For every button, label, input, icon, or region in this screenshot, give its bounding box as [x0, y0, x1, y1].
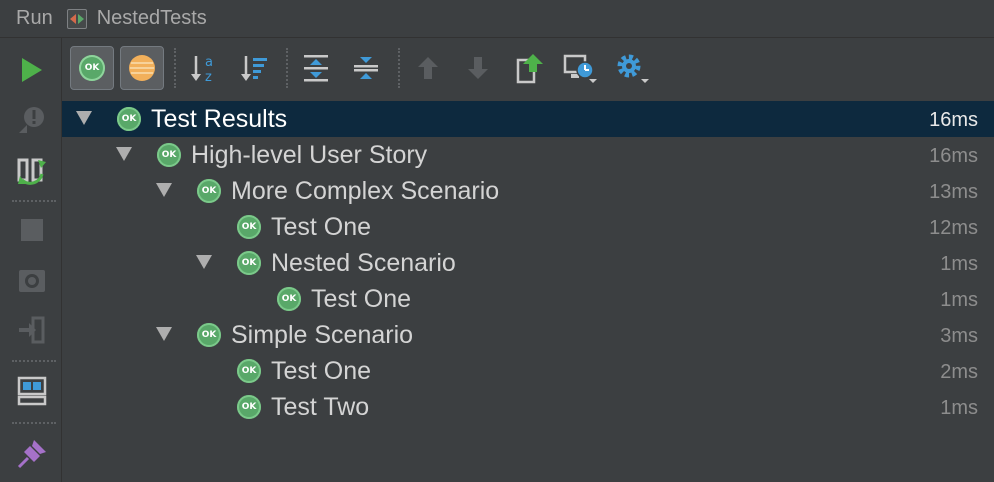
export-results-button[interactable] — [508, 46, 552, 90]
tree-row-test-results[interactable]: OK Test Results 16ms — [62, 101, 994, 137]
tree-row-suite[interactable]: OK More Complex Scenario 13ms — [62, 173, 994, 209]
test-runner-toolbar: OK a z — [62, 38, 994, 100]
arrow-down-icon — [468, 57, 488, 79]
ok-status-icon: OK — [237, 251, 261, 275]
expand-arrow-icon[interactable] — [196, 255, 212, 269]
run-configuration-tab[interactable]: NestedTests — [97, 7, 207, 30]
tree-node-label: Simple Scenario — [231, 321, 414, 349]
expand-arrow-icon[interactable] — [156, 327, 172, 341]
ok-status-icon: OK — [237, 215, 261, 239]
rerun-button[interactable] — [12, 50, 52, 90]
ok-status-icon: OK — [237, 359, 261, 383]
toolbar-separator — [12, 360, 56, 362]
gear-icon — [617, 54, 649, 83]
toolbar-separator — [12, 200, 56, 202]
ok-status-icon: OK — [237, 395, 261, 419]
ok-status-icon: OK — [277, 287, 301, 311]
test-duration: 1ms — [940, 289, 978, 311]
sort-alphabetically-button[interactable]: a z — [182, 46, 226, 90]
auto-test-icon — [17, 158, 46, 185]
toolbar-separator — [286, 48, 288, 88]
exit-icon — [19, 316, 45, 344]
svg-text:z: z — [205, 70, 212, 84]
sort-duration-icon — [241, 56, 267, 81]
left-toolbar — [0, 38, 62, 482]
settings-button[interactable] — [610, 46, 654, 90]
tree-row-suite[interactable]: OK High-level User Story 16ms — [62, 137, 994, 173]
test-results-tree: OK Test Results 16ms OK High-level User … — [62, 100, 994, 482]
expand-arrow-icon[interactable] — [116, 147, 132, 161]
rerun-failed-icon — [19, 107, 44, 133]
expand-all-button[interactable] — [294, 46, 338, 90]
camera-icon — [19, 270, 45, 292]
expand-arrow-icon[interactable] — [156, 183, 172, 197]
tree-node-label: Test One — [311, 285, 412, 313]
dump-threads-button[interactable] — [12, 260, 52, 300]
test-duration: 16ms — [929, 109, 978, 131]
tree-node-label: High-level User Story — [191, 141, 428, 169]
tree-row-suite[interactable]: OK Nested Scenario 1ms — [62, 245, 994, 281]
toggle-auto-test-button[interactable] — [12, 150, 52, 190]
ok-status-icon: OK — [157, 143, 181, 167]
import-results-button[interactable] — [558, 46, 602, 90]
test-duration: 2ms — [940, 361, 978, 383]
expand-all-icon — [304, 55, 328, 82]
run-icon — [22, 58, 42, 82]
pin-tab-button[interactable] — [12, 434, 52, 474]
svg-text:a: a — [205, 55, 213, 70]
tree-row-suite[interactable]: OK Simple Scenario 3ms — [62, 317, 994, 353]
ok-status-icon: OK — [79, 55, 105, 81]
test-duration: 13ms — [929, 181, 978, 203]
ok-status-icon: OK — [117, 107, 141, 131]
sort-by-duration-button[interactable] — [232, 46, 276, 90]
sort-alpha-icon: a z — [191, 55, 213, 84]
run-configuration-icon — [66, 8, 87, 29]
tree-node-label: Nested Scenario — [271, 249, 456, 277]
toolbar-separator — [398, 48, 400, 88]
tree-row-test[interactable]: OK Test One 2ms — [62, 353, 994, 389]
tool-window-header: Run NestedTests — [0, 0, 994, 38]
ok-status-icon: OK — [197, 179, 221, 203]
tree-node-label: Test One — [271, 213, 372, 241]
toolbar-separator — [12, 422, 56, 424]
show-passed-toggle[interactable]: OK — [70, 46, 114, 90]
tree-node-label: Test One — [271, 357, 372, 385]
stop-button[interactable] — [12, 210, 52, 250]
layout-icon — [17, 376, 47, 406]
run-tool-window-title: Run — [16, 7, 53, 29]
show-ignored-toggle[interactable] — [120, 46, 164, 90]
ignored-test-icon — [129, 55, 155, 81]
ok-status-icon: OK — [197, 323, 221, 347]
collapse-all-button[interactable] — [344, 46, 388, 90]
test-duration: 12ms — [929, 217, 978, 239]
tree-node-label: Test Two — [271, 393, 370, 421]
restore-layout-button[interactable] — [12, 371, 52, 411]
export-icon — [516, 54, 543, 84]
collapse-all-icon — [354, 57, 378, 79]
test-duration: 16ms — [929, 145, 978, 167]
test-duration: 3ms — [940, 325, 978, 347]
history-icon — [563, 54, 597, 83]
toolbar-separator — [174, 48, 176, 88]
rerun-failed-button[interactable] — [12, 100, 52, 140]
tree-row-test[interactable]: OK Test Two 1ms — [62, 389, 994, 425]
expand-arrow-icon[interactable] — [76, 111, 92, 125]
stop-icon — [21, 219, 43, 241]
test-duration: 1ms — [940, 253, 978, 275]
tree-row-test[interactable]: OK Test One 12ms — [62, 209, 994, 245]
tree-node-label: Test Results — [151, 105, 288, 133]
test-duration: 1ms — [940, 397, 978, 419]
tree-node-label: More Complex Scenario — [231, 177, 500, 205]
pin-icon — [17, 440, 46, 469]
previous-failed-button[interactable] — [406, 46, 450, 90]
exit-button[interactable] — [12, 310, 52, 350]
next-failed-button[interactable] — [456, 46, 500, 90]
arrow-up-icon — [418, 57, 438, 79]
tree-row-test[interactable]: OK Test One 1ms — [62, 281, 994, 317]
